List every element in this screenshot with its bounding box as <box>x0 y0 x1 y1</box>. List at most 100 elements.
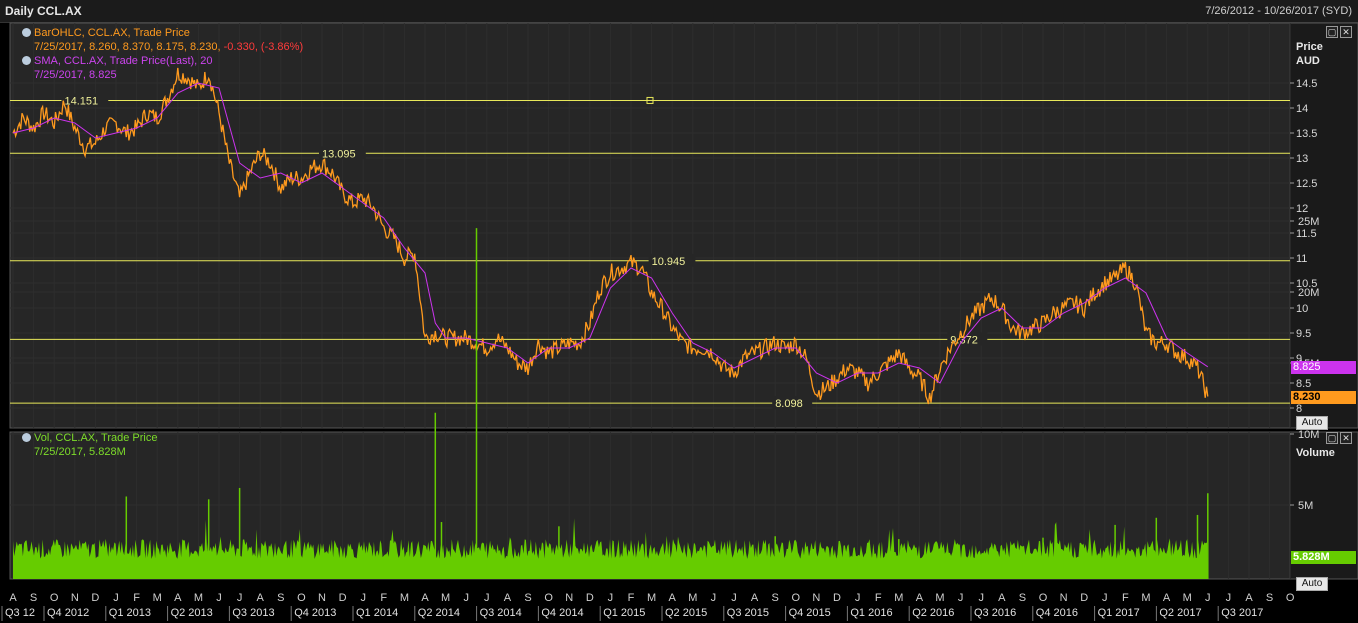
volume-legend-value: 7/25/2017, 5.828M <box>34 446 126 458</box>
month-label: M <box>153 592 162 604</box>
month-label: D <box>1080 592 1088 604</box>
month-label: A <box>9 592 17 604</box>
month-label: J <box>958 592 964 604</box>
quarter-label: Q2 2017 <box>1159 607 1201 619</box>
legend-expand-icon[interactable] <box>22 56 31 65</box>
quarter-label: Q1 2014 <box>356 607 398 619</box>
month-label: A <box>1245 592 1253 604</box>
month-label: J <box>237 592 243 604</box>
price-axis-unit: AUD <box>1296 55 1320 67</box>
month-label: O <box>50 592 59 604</box>
quarter-label: Q3 2016 <box>974 607 1016 619</box>
volume-tick-label: 10M <box>1298 429 1319 441</box>
price-legend-date: 7/25/2017, <box>34 41 90 53</box>
month-label: J <box>216 592 222 604</box>
month-label: M <box>935 592 944 604</box>
month-label: O <box>544 592 553 604</box>
month-label: N <box>565 592 573 604</box>
month-label: A <box>669 592 677 604</box>
month-label: S <box>30 592 37 604</box>
month-label: O <box>1286 592 1295 604</box>
volume-auto-scale-button[interactable]: Auto <box>1296 577 1328 591</box>
month-label: D <box>586 592 594 604</box>
price-legend: BarOHLC, CCL.AX, Trade Price 7/25/2017, … <box>22 26 303 82</box>
month-label: F <box>380 592 387 604</box>
price-legend-ohlc: 8.260, 8.370, 8.175, 8.230, <box>89 41 224 53</box>
date-range[interactable]: 7/26/2012 - 10/26/2017 (SYD) <box>1205 5 1352 17</box>
quarter-label: Q4 2013 <box>294 607 336 619</box>
volume-value-badge: 5.828M <box>1291 551 1356 564</box>
month-label: A <box>504 592 512 604</box>
quarter-label: Q3 2014 <box>480 607 522 619</box>
price-legend-change: -0.330, (-3.86%) <box>223 41 304 53</box>
price-tick-label: 11.5 <box>1296 228 1317 240</box>
volume-axis-title: Volume <box>1296 447 1335 459</box>
chart-canvas[interactable]: 88.599.51010.51111.51212.51313.51414.55M… <box>0 22 1358 623</box>
month-label: J <box>855 592 861 604</box>
month-label: N <box>812 592 820 604</box>
price-auto-scale-button[interactable]: Auto <box>1296 416 1328 430</box>
month-label: M <box>1183 592 1192 604</box>
month-label: A <box>257 592 265 604</box>
quarter-label: Q3 2017 <box>1221 607 1263 619</box>
quarter-label: Q2 2013 <box>171 607 213 619</box>
close-icon[interactable]: ✕ <box>1340 432 1352 444</box>
quarter-label: Q2 2016 <box>912 607 954 619</box>
price-value-badge: 8.230 <box>1291 391 1356 404</box>
month-label: J <box>608 592 614 604</box>
price-tick-label: 13.5 <box>1296 128 1317 140</box>
price-tick-label: 8 <box>1296 403 1302 415</box>
quarter-label: Q4 2012 <box>47 607 89 619</box>
month-label: M <box>194 592 203 604</box>
quarter-label: Q2 2014 <box>418 607 460 619</box>
quarter-label: Q4 2015 <box>789 607 831 619</box>
price-tick-label: 12.5 <box>1296 178 1317 190</box>
month-label: M <box>894 592 903 604</box>
title-bar: Daily CCL.AX 7/26/2012 - 10/26/2017 (SYD… <box>0 0 1358 23</box>
month-label: J <box>113 592 119 604</box>
legend-expand-icon[interactable] <box>22 28 31 37</box>
month-label: N <box>318 592 326 604</box>
month-label: J <box>978 592 984 604</box>
month-label: F <box>133 592 140 604</box>
month-label: A <box>751 592 759 604</box>
quarter-label: Q1 2013 <box>109 607 151 619</box>
month-label: M <box>688 592 697 604</box>
quarter-label: Q2 2015 <box>665 607 707 619</box>
month-label: O <box>792 592 801 604</box>
reference-line-label: 13.095 <box>322 148 356 160</box>
month-label: M <box>1141 592 1150 604</box>
month-label: J <box>731 592 737 604</box>
quarter-label: Q1 2015 <box>603 607 645 619</box>
month-label: A <box>1163 592 1171 604</box>
volume-legend-label[interactable]: Vol, CCL.AX, Trade Price <box>34 432 158 444</box>
month-label: S <box>524 592 531 604</box>
sma-value-badge: 8.825 <box>1291 361 1356 374</box>
quarter-label: Q1 2017 <box>1098 607 1140 619</box>
month-label: J <box>1102 592 1108 604</box>
sma-legend-label[interactable]: SMA, CCL.AX, Trade Price(Last), 20 <box>34 55 213 67</box>
month-label: J <box>1205 592 1211 604</box>
price-legend-label[interactable]: BarOHLC, CCL.AX, Trade Price <box>34 27 190 39</box>
volume-tick-label: 25M <box>1298 216 1319 228</box>
price-tick-label: 11 <box>1296 253 1307 265</box>
month-label: A <box>998 592 1006 604</box>
month-label: S <box>1266 592 1273 604</box>
maximize-icon[interactable]: ▢ <box>1326 432 1338 444</box>
maximize-icon[interactable]: ▢ <box>1326 26 1338 38</box>
month-label: F <box>875 592 882 604</box>
close-icon[interactable]: ✕ <box>1340 26 1352 38</box>
month-label: J <box>463 592 469 604</box>
volume-tick-label: 5M <box>1298 500 1313 512</box>
month-label: A <box>174 592 182 604</box>
month-label: D <box>339 592 347 604</box>
month-label: F <box>1122 592 1129 604</box>
quarter-label: Q1 2016 <box>850 607 892 619</box>
price-tick-label: 8.5 <box>1296 378 1311 390</box>
reference-line-label: 10.945 <box>652 256 686 268</box>
month-label: S <box>1019 592 1026 604</box>
quarter-label: Q3 2013 <box>232 607 274 619</box>
month-label: A <box>421 592 429 604</box>
price-tick-label: 10 <box>1296 303 1308 315</box>
legend-expand-icon[interactable] <box>22 433 31 442</box>
